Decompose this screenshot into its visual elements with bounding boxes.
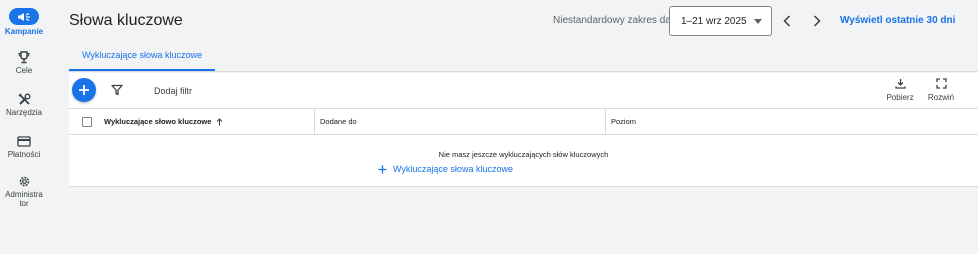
download-label: Pobierz xyxy=(886,93,914,102)
table-header: Wykluczające słowo kluczowe Dodane do Po… xyxy=(69,108,978,135)
filter-icon[interactable] xyxy=(111,84,123,96)
tools-icon xyxy=(17,92,31,106)
tab-bar: Wykluczające słowa kluczowe xyxy=(69,40,978,72)
fullscreen-icon xyxy=(935,78,947,89)
chevron-left-icon xyxy=(783,15,791,27)
empty-state-message: Nie masz jeszcze wykluczających słów klu… xyxy=(438,150,609,159)
dropdown-caret-icon xyxy=(754,19,762,24)
left-nav-sidebar: Kampanie Cele Narzędzia Płatności Admini… xyxy=(0,0,56,254)
sort-ascending-icon xyxy=(217,117,223,125)
gear-icon xyxy=(18,174,31,188)
nav-item-campaigns[interactable]: Kampanie xyxy=(0,8,48,36)
column-header-added-to[interactable]: Dodane do xyxy=(320,109,357,134)
column-header-keyword[interactable]: Wykluczające słowo kluczowe xyxy=(104,109,223,134)
add-negative-keywords-label: Wykluczające słowa kluczowe xyxy=(393,164,513,174)
add-button[interactable] xyxy=(72,78,96,102)
nav-label-goals: Cele xyxy=(15,66,33,75)
nav-label-admin: Administra tor xyxy=(5,190,43,208)
column-divider xyxy=(605,109,606,134)
nav-item-tools[interactable]: Narzędzia xyxy=(0,92,48,117)
column-header-level[interactable]: Poziom xyxy=(611,109,636,134)
nav-item-billing[interactable]: Płatności xyxy=(0,134,48,159)
trophy-icon xyxy=(18,50,30,64)
date-range-value: 1–21 wrz 2025 xyxy=(681,15,747,27)
column-header-keyword-label: Wykluczające słowo kluczowe xyxy=(104,117,212,126)
add-filter-button[interactable]: Dodaj filtr xyxy=(154,86,192,96)
megaphone-icon xyxy=(9,8,39,25)
chevron-right-icon xyxy=(813,15,821,27)
download-icon xyxy=(894,79,906,89)
credit-card-icon xyxy=(17,134,31,148)
nav-label-tools: Narzędzia xyxy=(5,108,42,117)
download-button[interactable]: Pobierz xyxy=(882,78,918,102)
add-negative-keywords-link[interactable]: Wykluczające słowa kluczowe xyxy=(378,164,513,174)
plus-icon xyxy=(79,85,89,95)
column-divider xyxy=(314,109,315,134)
expand-label: Rozwiń xyxy=(927,93,955,102)
plus-icon xyxy=(378,165,387,174)
select-all-checkbox[interactable] xyxy=(82,117,92,127)
next-period-button[interactable] xyxy=(811,14,823,28)
show-last-30-days-link[interactable]: Wyświetl ostatnie 30 dni xyxy=(840,15,955,26)
tab-negative-keywords[interactable]: Wykluczające słowa kluczowe xyxy=(69,40,215,71)
date-range-label: Niestandardowy zakres dat xyxy=(553,15,674,26)
negative-keywords-panel: Dodaj filtr Pobierz Rozwiń Wykluczające … xyxy=(69,73,978,187)
nav-item-goals[interactable]: Cele xyxy=(0,50,48,75)
expand-button[interactable]: Rozwiń xyxy=(923,78,959,102)
previous-period-button[interactable] xyxy=(781,14,793,28)
nav-label-billing: Płatności xyxy=(7,150,41,159)
nav-label-campaigns: Kampanie xyxy=(4,27,44,36)
date-range-picker[interactable]: 1–21 wrz 2025 xyxy=(669,6,772,36)
page-title: Słowa kluczowe xyxy=(69,12,183,29)
nav-item-admin[interactable]: Administra tor xyxy=(0,174,48,208)
